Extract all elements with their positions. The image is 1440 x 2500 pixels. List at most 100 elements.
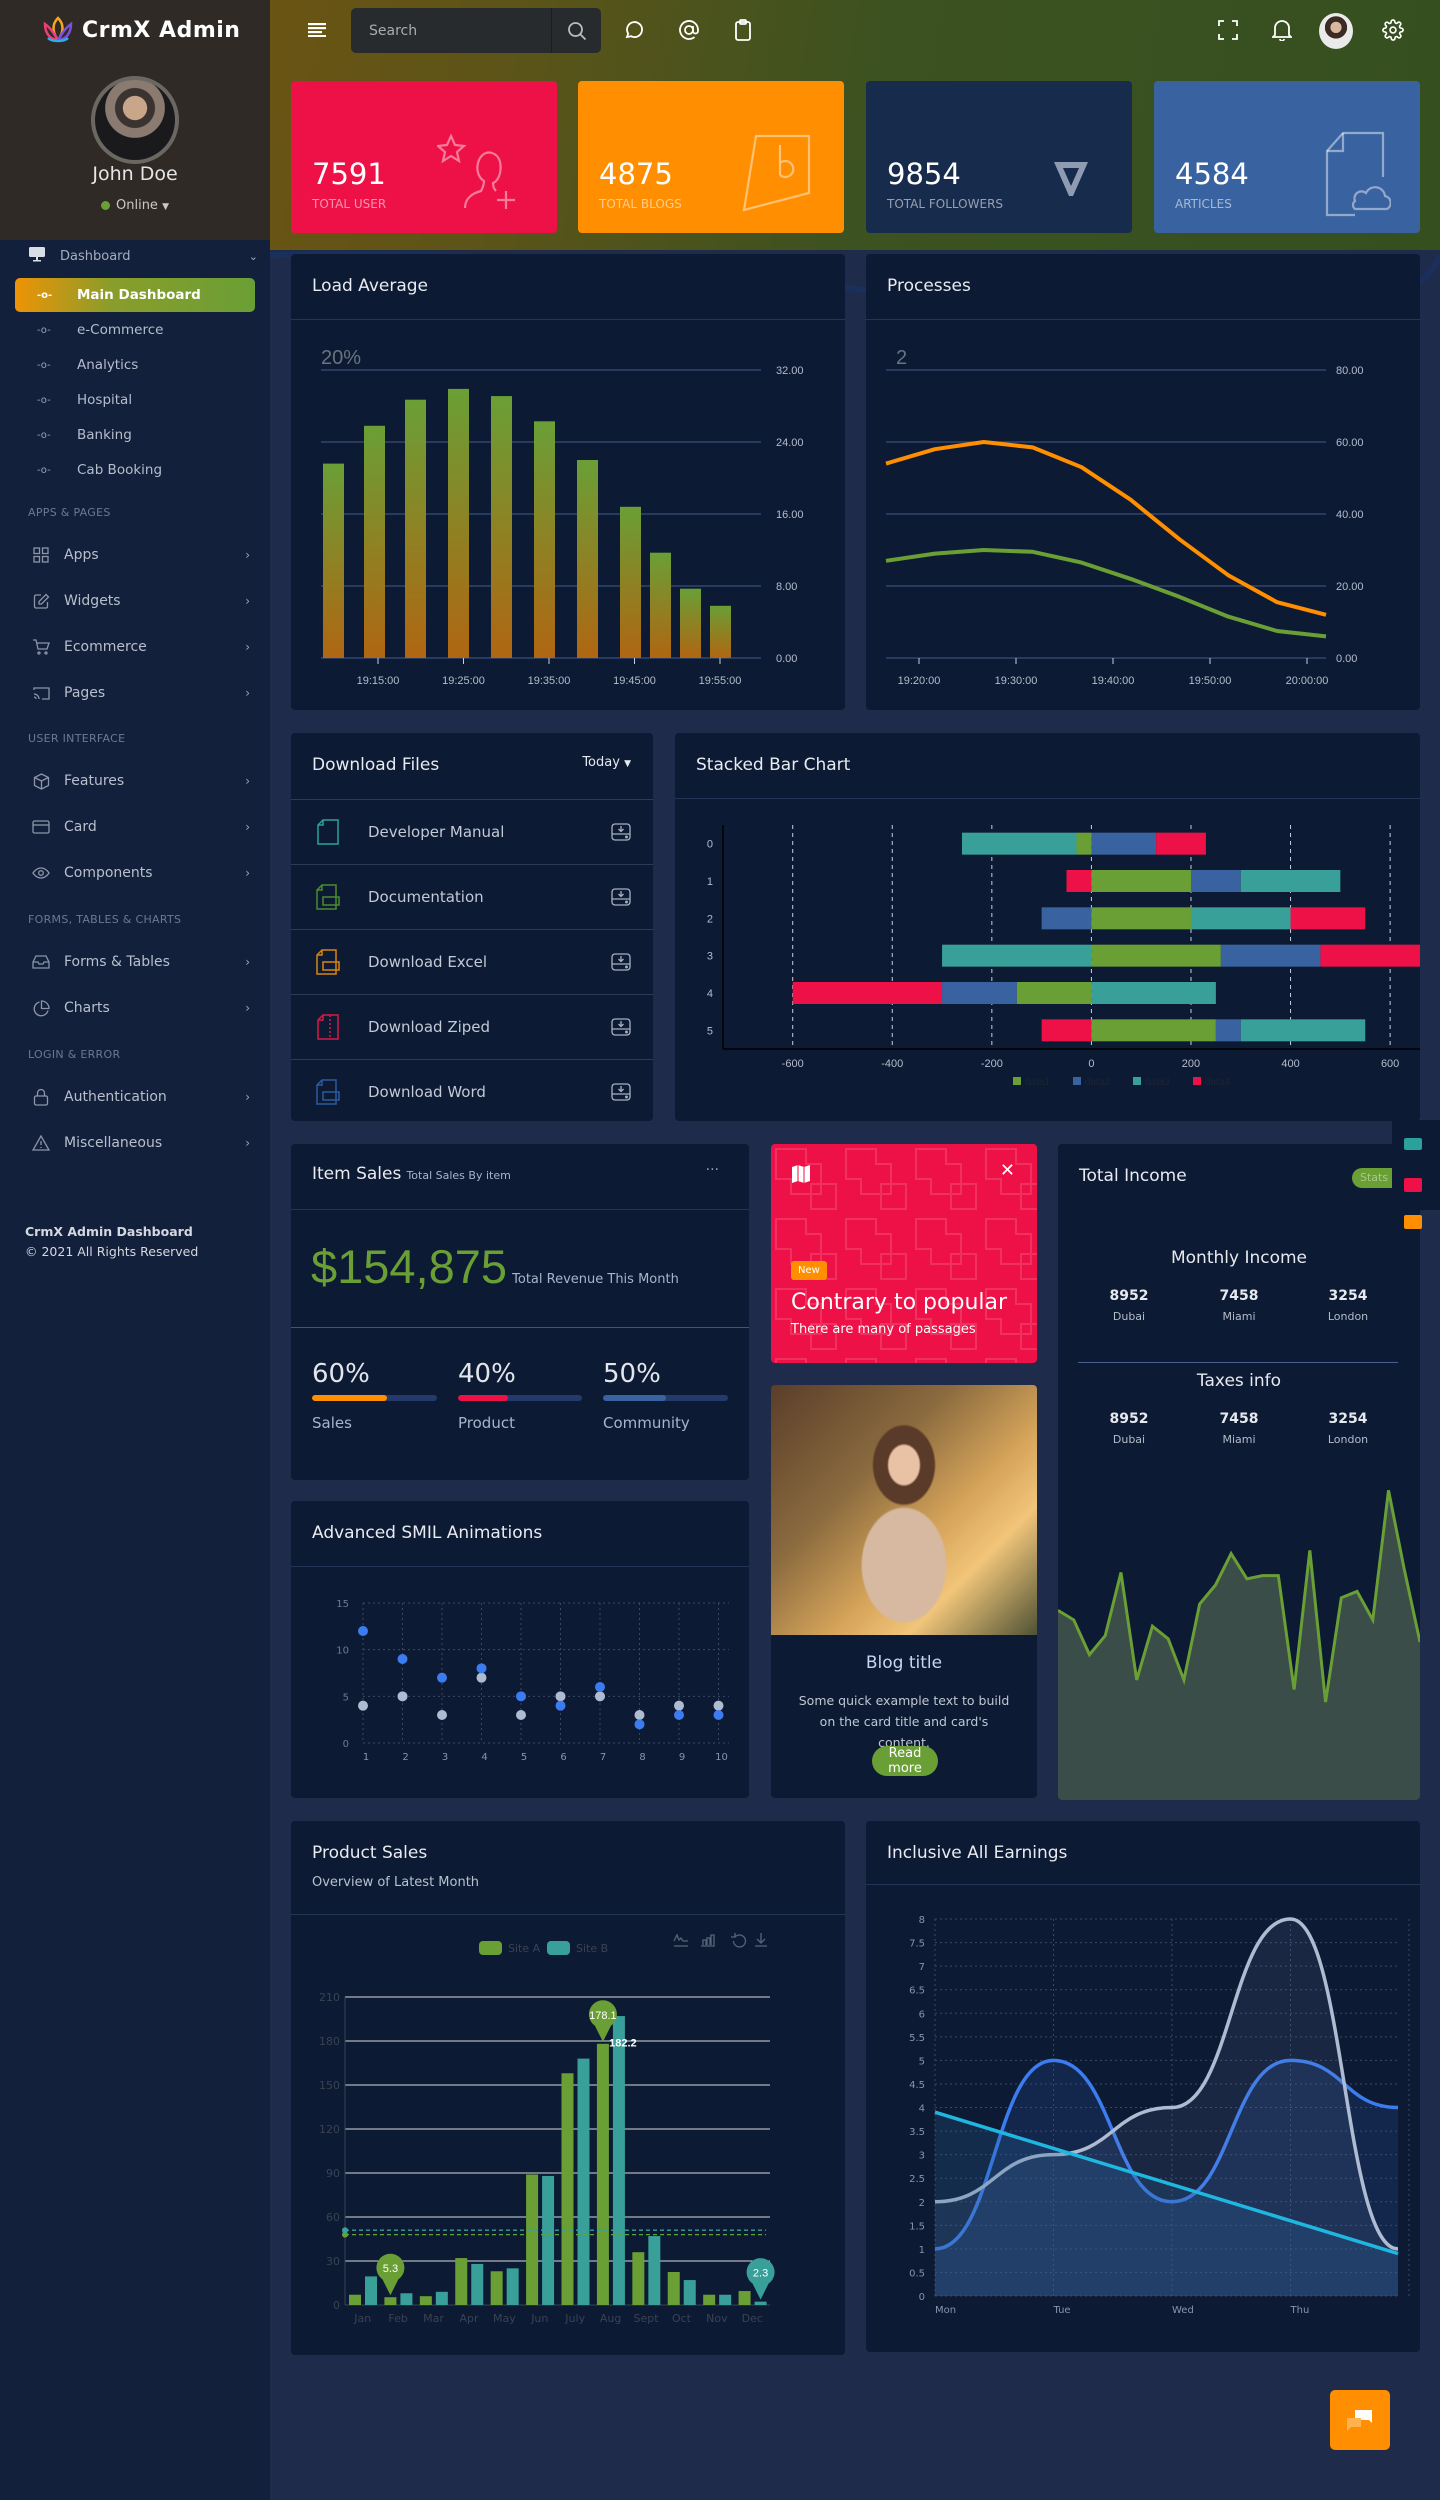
y-tick-label: 32.00 (776, 365, 804, 377)
sidebar-item-pages[interactable]: Pages › (30, 681, 250, 705)
marker-label: 178.1 (589, 2010, 617, 2022)
camera-icon[interactable] (1404, 1138, 1422, 1150)
y-tick-label: 16.00 (776, 509, 804, 521)
search-button[interactable] (551, 8, 601, 53)
y-tick-label: 8.00 (776, 581, 797, 593)
stat-value: 4875 (599, 157, 673, 191)
fullscreen-button[interactable] (1214, 16, 1242, 44)
download-drive-icon[interactable] (611, 953, 631, 971)
x-tick-label: Mar (423, 2312, 444, 2325)
x-tick-label: 9 (679, 1752, 685, 1763)
file-list-item[interactable]: Download Excel (291, 929, 653, 994)
stat-label: ARTICLES (1175, 197, 1232, 211)
file-list-item[interactable]: Documentation (291, 864, 653, 929)
restore-icon[interactable] (731, 1933, 747, 1948)
y-tick-label: 0 (707, 839, 713, 851)
read-more-button[interactable]: Read more (872, 1746, 938, 1776)
brand-logo[interactable]: CrmX Admin (42, 16, 240, 44)
menu-toggle-button[interactable] (304, 16, 332, 44)
total-income-card: Total Income Stats Monthly Income 8952 Du… (1058, 1144, 1420, 1800)
box-icon (30, 772, 52, 790)
x-tick-label: 1 (363, 1752, 369, 1763)
stat-card-total-blogs[interactable]: 4875 TOTAL BLOGS (578, 81, 844, 233)
product-sales-card: Product Sales Overview of Latest Month S… (291, 1821, 845, 2355)
more-options-icon[interactable]: ··· (706, 1162, 719, 1178)
image-icon[interactable] (1404, 1178, 1422, 1192)
sidebar-item-charts[interactable]: Charts › (30, 996, 250, 1020)
settings-button[interactable] (1379, 16, 1407, 44)
x-tick-label: Wed (1172, 2305, 1194, 2316)
footer-title: CrmX Admin Dashboard (25, 1224, 193, 1239)
bar (455, 2258, 468, 2305)
scatter-point (516, 1691, 526, 1702)
stacked-bar-segment (1091, 907, 1191, 930)
sidebar-subitem-main-dashboard[interactable]: -o- Main Dashboard (15, 278, 255, 312)
bar (738, 2291, 751, 2305)
sidebar-subitem-cab-booking[interactable]: -o- Cab Booking (15, 453, 255, 487)
section-heading: FORMS, TABLES & CHARTS (28, 913, 182, 926)
sidebar-item-ecommerce[interactable]: Ecommerce › (30, 635, 250, 659)
stat-card-total-user[interactable]: 7591 TOTAL USER (291, 81, 557, 233)
bar (400, 2293, 413, 2305)
sidebar-item-miscellaneous[interactable]: Miscellaneous › (30, 1131, 250, 1155)
chat-icon[interactable] (1404, 1215, 1422, 1229)
download-drive-icon[interactable] (611, 823, 631, 841)
x-tick-label: July (564, 2312, 585, 2325)
mentions-button[interactable] (675, 16, 703, 44)
y-tick-label: 120 (319, 2123, 340, 2136)
download-drive-icon[interactable] (611, 1083, 631, 1101)
scatter-point (437, 1672, 447, 1683)
user-status-dropdown[interactable]: Online ▼ (0, 198, 270, 213)
sidebar-item-forms-tables[interactable]: Forms & Tables › (30, 950, 250, 974)
file-list-item[interactable]: Download Word (291, 1059, 653, 1121)
gear-icon (1382, 19, 1404, 41)
download-icon[interactable] (755, 1933, 767, 1947)
sidebar-subitem-hospital[interactable]: -o- Hospital (15, 383, 255, 417)
bar-chart-toggle-icon[interactable] (701, 1934, 715, 1947)
sidebar-subitem-banking[interactable]: -o- Banking (15, 418, 255, 452)
date-filter-dropdown[interactable]: Today ▼ (582, 755, 631, 770)
sidebar-subitem-label: Banking (77, 427, 132, 443)
sidebar-subitem-analytics[interactable]: -o- Analytics (15, 348, 255, 382)
sidebar-item-authentication[interactable]: Authentication › (30, 1085, 250, 1109)
sidebar-item-label: Widgets (64, 593, 121, 609)
fullscreen-icon (1218, 20, 1238, 40)
user-avatar[interactable] (91, 76, 179, 164)
notifications-button[interactable] (1268, 16, 1296, 44)
y-tick-label: 4 (919, 2104, 925, 2115)
download-drive-icon[interactable] (611, 1018, 631, 1036)
sidebar-item-features[interactable]: Features › (30, 769, 250, 793)
bar (365, 2276, 377, 2305)
y-tick-label: 150 (319, 2079, 340, 2092)
y-tick-label: 2 (707, 913, 713, 925)
sidebar-item-card[interactable]: Card › (30, 815, 250, 839)
file-list-item[interactable]: Download Ziped (291, 994, 653, 1059)
close-icon[interactable]: ✕ (1000, 1160, 1015, 1181)
y-tick-label: 210 (319, 1991, 340, 2004)
divider (291, 1209, 749, 1210)
sidebar-item-apps[interactable]: Apps › (30, 543, 250, 567)
alert-triangle-icon (30, 1134, 52, 1152)
stacked-bar-segment (1240, 1019, 1366, 1042)
search-input[interactable] (351, 22, 551, 39)
sidebar-item-dashboard[interactable]: Dashboard ⌄ (28, 246, 258, 266)
messages-button[interactable] (620, 16, 648, 44)
y-tick-label: 4.5 (909, 2080, 925, 2091)
blog-card: Blog title Some quick example text to bu… (771, 1385, 1037, 1798)
online-indicator-icon (101, 201, 110, 210)
legend-label: Site A (508, 1942, 541, 1955)
stacked-bar-segment (1156, 832, 1206, 855)
stat-card-articles[interactable]: 4584 ARTICLES (1154, 81, 1420, 233)
metric-value: 60% (312, 1359, 370, 1389)
download-drive-icon[interactable] (611, 888, 631, 906)
file-list-item[interactable]: Developer Manual (291, 799, 653, 864)
y-tick-label: 5 (707, 1025, 713, 1037)
sidebar-subitem-ecommerce[interactable]: -o-e-Commerce (15, 313, 255, 347)
clipboard-button[interactable] (729, 16, 757, 44)
chat-fab-button[interactable] (1330, 2390, 1390, 2450)
sidebar-item-widgets[interactable]: Widgets › (30, 589, 250, 613)
sidebar-item-components[interactable]: Components › (30, 861, 250, 885)
user-menu-avatar[interactable] (1319, 13, 1353, 49)
stat-card-total-followers[interactable]: 9854 TOTAL FOLLOWERS (866, 81, 1132, 233)
line-chart-toggle-icon[interactable] (673, 1933, 688, 1947)
